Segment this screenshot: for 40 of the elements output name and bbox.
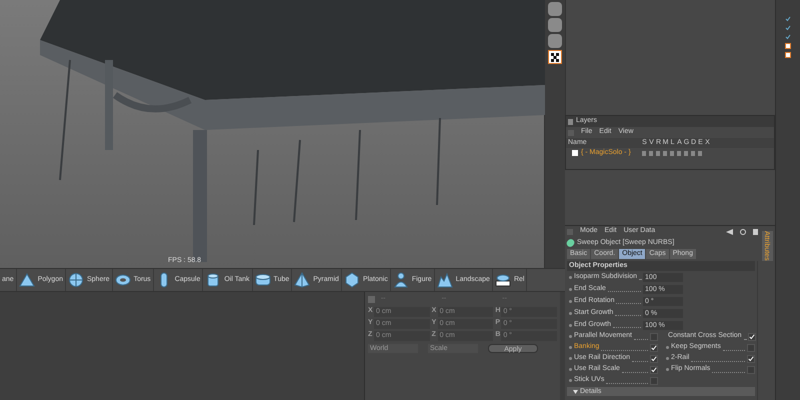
checkbox[interactable] (650, 376, 658, 384)
bullet-icon (666, 357, 670, 360)
cylinder-icon (205, 272, 222, 288)
sphere-icon (68, 272, 84, 288)
bullet-icon (666, 346, 670, 349)
bullet-icon (569, 368, 572, 371)
search-icon[interactable] (740, 228, 746, 234)
checkbox[interactable] (650, 366, 658, 374)
checkbox[interactable] (650, 354, 658, 362)
relief-icon (494, 272, 511, 288)
checker-icon[interactable] (548, 50, 562, 64)
tube-icon (254, 272, 271, 288)
checkbox[interactable] (747, 344, 756, 352)
caret-icon (573, 390, 578, 394)
figure-icon (392, 272, 409, 288)
checkbox[interactable] (650, 332, 658, 340)
bullet-icon (569, 357, 572, 360)
pyramid-icon (294, 272, 310, 288)
checkbox[interactable] (747, 354, 756, 362)
panel-icon (568, 118, 573, 124)
bullet-icon (569, 288, 572, 290)
layer-toggle-icons[interactable] (642, 150, 704, 156)
back-arrow-icon[interactable] (726, 228, 733, 234)
mountain-icon (436, 272, 453, 288)
bullet-icon (569, 300, 572, 302)
checkbox[interactable] (748, 332, 756, 340)
bullet-icon (666, 368, 670, 371)
bullet-icon (569, 379, 572, 382)
bullet-icon (569, 335, 572, 338)
grid-icon (368, 296, 375, 302)
torus-icon (114, 272, 131, 288)
bullet-icon (569, 312, 572, 314)
checkbox[interactable] (650, 344, 658, 352)
bullet-icon (569, 276, 572, 278)
layer-color-swatch[interactable] (572, 150, 578, 156)
polyhedron-icon (344, 272, 360, 288)
triangle-icon (18, 272, 35, 288)
checkbox[interactable] (747, 366, 756, 374)
bullet-icon (569, 324, 572, 326)
bullet-icon (569, 346, 572, 349)
